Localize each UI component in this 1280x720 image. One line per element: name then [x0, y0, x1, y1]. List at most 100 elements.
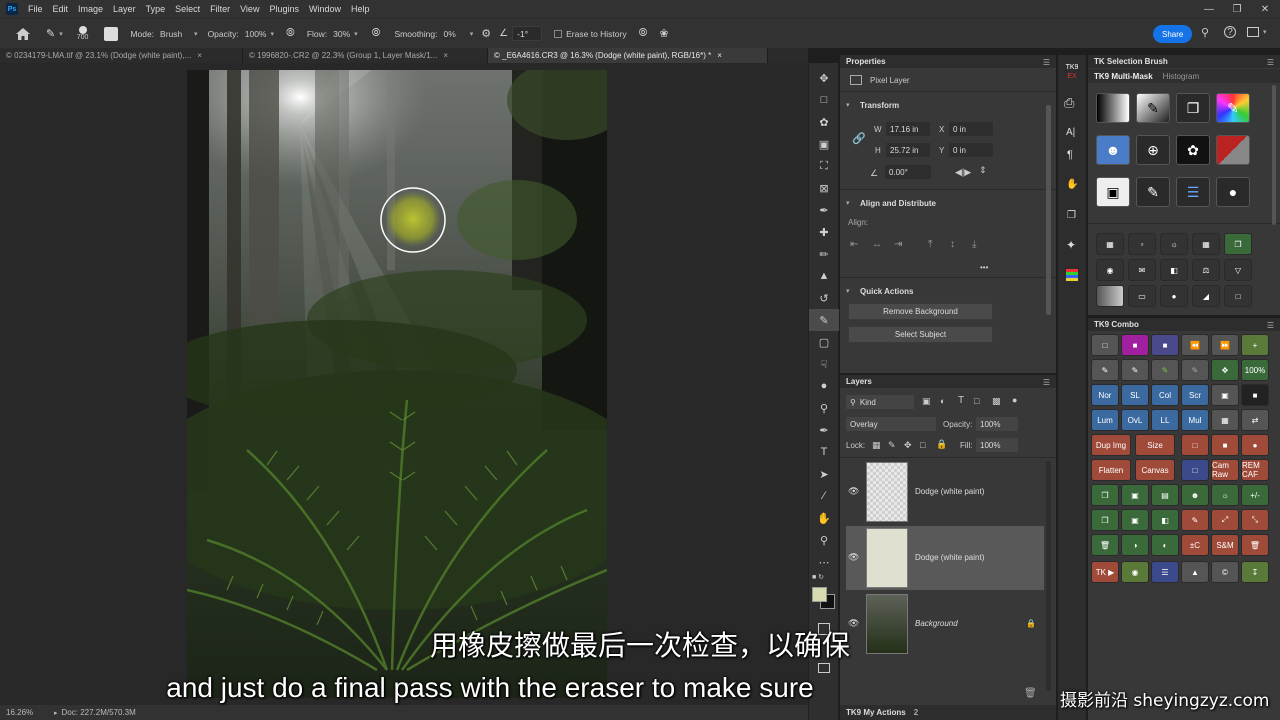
menu-type[interactable]: Type	[146, 4, 166, 14]
lasso-tool-icon[interactable]: ✿	[809, 111, 839, 133]
person-mask-icon[interactable]: ☻	[1096, 135, 1130, 165]
visibility-eye-icon[interactable]: 👁	[848, 486, 859, 497]
expand-icon[interactable]: ⤢	[1211, 509, 1239, 531]
paint-bucket-icon[interactable]: ◑	[1121, 534, 1149, 556]
circles-icon[interactable]: ●	[1216, 177, 1250, 207]
dodge-burn-icon[interactable]: ◐	[1151, 534, 1179, 556]
properties-header[interactable]: Properties ☰	[840, 55, 1056, 68]
character-panel-icon[interactable]: A|	[1066, 127, 1075, 138]
angle-input[interactable]: 0.00°	[885, 165, 931, 179]
brightness-icon[interactable]: ☼	[1160, 233, 1188, 255]
link-dimensions-icon[interactable]: 🔗	[852, 132, 866, 145]
merge-icon[interactable]: ❐	[1091, 509, 1119, 531]
red-fill-icon[interactable]: ■	[1211, 434, 1239, 456]
adjust-icon[interactable]: ☼	[1211, 484, 1239, 506]
brush-angle-input[interactable]: -1°	[512, 26, 543, 41]
eyedropper-tool-icon[interactable]: ✒	[809, 199, 839, 221]
gray-brush-icon[interactable]: ✎	[1181, 359, 1209, 381]
lock-transparent-icon[interactable]: ▦	[872, 440, 881, 451]
tab-document-2[interactable]: © 1996820-.CR2 @ 22.3% (Group 1, Layer M…	[243, 48, 488, 63]
pen-tool-icon[interactable]: ✒	[809, 419, 839, 441]
duplicate-image-button[interactable]: Dup Img	[1091, 434, 1131, 456]
flip-vertical-icon[interactable]: ⇕	[979, 165, 987, 176]
red-triangle-icon[interactable]	[1216, 135, 1250, 165]
zoom-100-button[interactable]: 100%	[1241, 359, 1269, 381]
magenta-layer-icon[interactable]: ■	[1121, 334, 1149, 356]
normal-blend-button[interactable]: Nor	[1091, 384, 1119, 406]
black-brush-icon[interactable]: ✎	[1091, 359, 1119, 381]
gradient-tool-icon[interactable]: ▢	[809, 331, 839, 353]
zoom-blur-tool-icon[interactable]: ⚲	[809, 397, 839, 419]
download-icon[interactable]: ↧	[1241, 561, 1269, 583]
red-outline-icon[interactable]: □	[1181, 434, 1209, 456]
layer-opacity-input[interactable]: 100%	[976, 417, 1018, 431]
blend-mode-select[interactable]: Overlay	[846, 417, 936, 431]
close-icon[interactable]: ✕	[1252, 0, 1278, 18]
grid-icon[interactable]: ▦	[1192, 233, 1220, 255]
eraser-tool-icon[interactable]: ✎	[809, 309, 839, 331]
tab-close-icon[interactable]: ×	[443, 51, 448, 60]
camera-icon[interactable]: ◉	[1096, 259, 1124, 281]
layer-row-selected[interactable]: 👁 Dodge (white paint)	[846, 526, 1044, 590]
paragraph-panel-icon[interactable]: ¶	[1067, 149, 1073, 161]
eraser-tool-icon[interactable]: ✎	[46, 27, 55, 40]
plus-minus-button[interactable]: +/-	[1241, 484, 1269, 506]
menu-select[interactable]: Select	[175, 4, 200, 14]
marquee-tool-icon[interactable]: □	[809, 89, 839, 111]
flatten-button[interactable]: Flatten	[1091, 459, 1131, 481]
tone-icon[interactable]: ◧	[1151, 509, 1179, 531]
opacity-input[interactable]: 100%	[245, 29, 267, 39]
layer-name[interactable]: Dodge (white paint)	[915, 487, 984, 496]
align-right-icon[interactable]: ⇥	[894, 239, 902, 250]
stack-icon[interactable]: ☰	[1151, 561, 1179, 583]
brush-preset-picker[interactable]: 700	[77, 26, 88, 41]
tab-close-icon[interactable]: ×	[197, 51, 202, 60]
softlight-blend-button[interactable]: SL	[1121, 384, 1149, 406]
pressure-opacity-icon[interactable]: ⦾	[286, 27, 295, 40]
diagonal-square-icon[interactable]: ◢	[1192, 285, 1220, 307]
linear-light-blend-button[interactable]: LL	[1151, 409, 1179, 431]
smoothing-chevron-icon[interactable]: ▾	[470, 30, 474, 38]
zoom-tool-icon[interactable]: ⚲	[809, 529, 839, 551]
mask-combine-icon[interactable]: ❐	[1176, 93, 1210, 123]
document-canvas[interactable]	[187, 70, 607, 698]
canvas-size-button[interactable]: Canvas	[1135, 459, 1175, 481]
pressure-size-icon[interactable]: ⦾	[639, 27, 648, 40]
align-top-icon[interactable]: ⤒	[928, 239, 932, 250]
stamp-icon[interactable]: ▣	[1211, 384, 1239, 406]
new-doc-icon[interactable]: □	[1091, 334, 1119, 356]
menu-edit[interactable]: Edit	[53, 4, 69, 14]
menu-window[interactable]: Window	[309, 4, 341, 14]
rgb-circles-icon[interactable]: ●	[1160, 285, 1188, 307]
plus-minus-c-button[interactable]: ±C	[1181, 534, 1209, 556]
luminosity-blend-button[interactable]: Lum	[1091, 409, 1119, 431]
tk9-scrollbar[interactable]	[1272, 85, 1276, 225]
tk-selection-brush-header[interactable]: TK Selection Brush ☰	[1088, 55, 1280, 68]
tool-preset-chevron-icon[interactable]: ▾	[59, 30, 63, 38]
drop-icon[interactable]: ●	[1241, 434, 1269, 456]
layer-name[interactable]: Dodge (white paint)	[915, 553, 984, 562]
tk9-combo-header[interactable]: TK9 Combo ☰	[1088, 318, 1280, 331]
person-layer-icon[interactable]: ☻	[1181, 484, 1209, 506]
fit-screen-icon[interactable]: ✥	[1211, 359, 1239, 381]
menu-layer[interactable]: Layer	[113, 4, 136, 14]
lock-position-icon[interactable]: ✥	[904, 440, 912, 451]
mode-select[interactable]: Brush	[160, 29, 194, 39]
share-button[interactable]: Share	[1153, 25, 1193, 43]
filter-kind-select[interactable]: ⚲ Kind	[846, 395, 914, 409]
visibility-eye-icon[interactable]: 👁	[848, 552, 859, 563]
panel-menu-icon[interactable]: ☰	[1267, 321, 1274, 330]
target-icon[interactable]: ⊕	[1136, 135, 1170, 165]
layer-row[interactable]: 👁 Dodge (white paint)	[846, 460, 1044, 524]
y-input[interactable]: 0 in	[949, 143, 993, 157]
status-chevron-icon[interactable]: ▸	[54, 709, 58, 717]
tk9-ex-logo-icon[interactable]: TK9 EX	[1062, 63, 1082, 85]
healing-brush-tool-icon[interactable]: ✚	[809, 221, 839, 243]
photoshop-logo[interactable]: Ps	[6, 3, 18, 15]
levels-icon[interactable]: ▦	[1096, 233, 1124, 255]
filter-type-icon[interactable]: T	[958, 395, 964, 406]
multiply-blend-button[interactable]: Mul	[1181, 409, 1209, 431]
flower-icon[interactable]: ✿	[1176, 135, 1210, 165]
more-tools-icon[interactable]: ⋯	[809, 551, 839, 573]
smudge-tool-icon[interactable]: ☟	[809, 353, 839, 375]
